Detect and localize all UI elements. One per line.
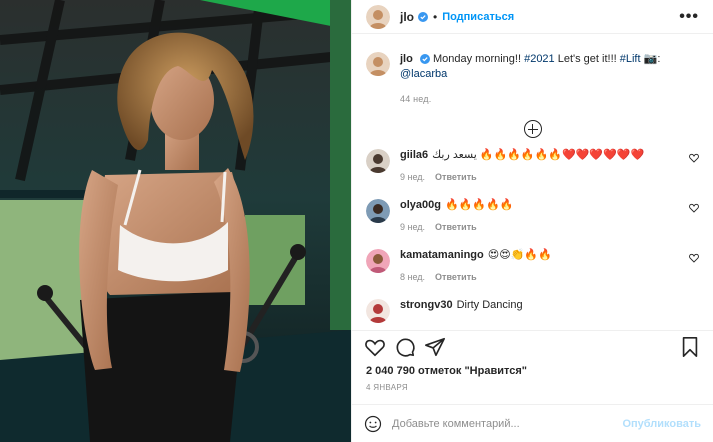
comment-item: olya00g 🔥🔥🔥🔥🔥 9 нед. Ответить	[366, 198, 699, 232]
comment-text: 😍😍👏🔥🔥	[487, 249, 552, 261]
share-paper-plane-icon[interactable]	[424, 336, 446, 358]
avatar[interactable]	[366, 149, 390, 173]
verified-badge-icon	[419, 54, 430, 65]
header-username[interactable]: jlo	[400, 10, 414, 24]
comment-text: يسعد ربك 🔥🔥🔥🔥🔥🔥❤️❤️❤️❤️❤️❤️	[432, 149, 645, 161]
reply-button[interactable]: Ответить	[435, 272, 477, 282]
like-comment-heart-icon[interactable]	[689, 153, 699, 163]
post-photo[interactable]	[0, 0, 351, 442]
comment-text-line: olya00g 🔥🔥🔥🔥🔥	[400, 198, 699, 212]
avatar[interactable]	[366, 299, 390, 323]
caption-text-before: Monday morning!!	[432, 53, 525, 65]
publish-button[interactable]: Опубликовать	[622, 418, 701, 430]
comment-text: Dirty Dancing	[456, 299, 523, 311]
post-header: jlo • Подписаться •••	[352, 0, 713, 34]
hashtag-2021[interactable]: #2021	[524, 53, 555, 65]
comment-time[interactable]: 9 нед.	[400, 172, 425, 182]
comment-input[interactable]	[392, 417, 623, 430]
comment-username[interactable]: strongv30	[400, 299, 453, 311]
comment-text-line: kamatamaningo 😍😍👏🔥🔥	[400, 248, 699, 262]
comment-bubble-icon[interactable]	[394, 336, 416, 358]
post-actions	[352, 331, 713, 363]
avatar[interactable]	[366, 4, 390, 29]
comment-item: strongv30 Dirty Dancing	[366, 298, 699, 323]
follow-button[interactable]: Подписаться	[442, 11, 514, 23]
separator: •	[433, 9, 438, 24]
save-bookmark-icon[interactable]	[679, 336, 701, 358]
comment-text-line: giila6 يسعد ربك 🔥🔥🔥🔥🔥🔥❤️❤️❤️❤️❤️❤️	[400, 148, 699, 162]
comment-item: giila6 يسعد ربك 🔥🔥🔥🔥🔥🔥❤️❤️❤️❤️❤️❤️ 9 нед.…	[366, 148, 699, 182]
comment-meta: 9 нед. Ответить	[400, 222, 699, 232]
avatar[interactable]	[366, 52, 390, 76]
post-caption: jlo Monday morning!! #2021 Let's get it!…	[352, 34, 713, 104]
like-heart-icon[interactable]	[364, 336, 386, 358]
caption-text: jlo Monday morning!! #2021 Let's get it!…	[400, 52, 699, 82]
emoji-smiley-icon[interactable]	[364, 415, 382, 433]
post-date[interactable]: 4 ЯНВАРЯ	[352, 377, 713, 392]
caption-colon: :	[657, 53, 661, 65]
comment-body: olya00g 🔥🔥🔥🔥🔥 9 нед. Ответить	[400, 198, 699, 232]
comment-text: 🔥🔥🔥🔥🔥	[444, 199, 514, 211]
load-more-comments-icon[interactable]	[523, 120, 542, 138]
comment-meta: 9 нед. Ответить	[400, 172, 699, 182]
like-comment-heart-icon[interactable]	[689, 203, 699, 213]
comment-body: kamatamaningo 😍😍👏🔥🔥 8 нед. Ответить	[400, 248, 699, 282]
comment-body: strongv30 Dirty Dancing	[400, 298, 699, 323]
hashtag-lift[interactable]: #Lift	[620, 53, 641, 65]
post-modal: jlo • Подписаться ••• jlo Monday morning…	[0, 0, 713, 442]
comment-meta: 8 нед. Ответить	[400, 272, 699, 282]
comment-username[interactable]: giila6	[400, 149, 428, 161]
mention-lacarba[interactable]: @lacarba	[400, 68, 447, 80]
more-options-icon[interactable]: •••	[679, 8, 699, 24]
reply-button[interactable]: Ответить	[435, 222, 477, 232]
avatar[interactable]	[366, 199, 390, 223]
comment-text-line: strongv30 Dirty Dancing	[400, 298, 699, 312]
caption-body: jlo Monday morning!! #2021 Let's get it!…	[400, 52, 699, 104]
caption-time[interactable]: 44 нед.	[400, 94, 699, 104]
camera-emoji: 📷	[643, 53, 658, 65]
load-more-comments	[352, 120, 713, 140]
comment-time[interactable]: 9 нед.	[400, 222, 425, 232]
comment-time[interactable]: 8 нед.	[400, 272, 425, 282]
comment-username[interactable]: olya00g	[400, 199, 441, 211]
likes-count[interactable]: 2 040 790 отметок "Нравится"	[352, 363, 713, 377]
caption-text-mid: Let's get it!!!	[554, 53, 620, 65]
caption-username[interactable]: jlo	[400, 53, 413, 65]
reply-button[interactable]: Ответить	[435, 172, 477, 182]
verified-badge-icon	[418, 11, 428, 22]
post-side-panel: jlo • Подписаться ••• jlo Monday morning…	[351, 0, 713, 442]
comment-username[interactable]: kamatamaningo	[400, 249, 484, 261]
comment-body: giila6 يسعد ربك 🔥🔥🔥🔥🔥🔥❤️❤️❤️❤️❤️❤️ 9 нед.…	[400, 148, 699, 182]
comments-list: giila6 يسعد ربك 🔥🔥🔥🔥🔥🔥❤️❤️❤️❤️❤️❤️ 9 нед.…	[352, 140, 713, 331]
comment-composer: Опубликовать	[352, 404, 713, 442]
like-comment-heart-icon[interactable]	[689, 253, 699, 263]
gym-photo-image	[0, 0, 351, 442]
comment-item: kamatamaningo 😍😍👏🔥🔥 8 нед. Ответить	[366, 248, 699, 282]
avatar[interactable]	[366, 249, 390, 273]
